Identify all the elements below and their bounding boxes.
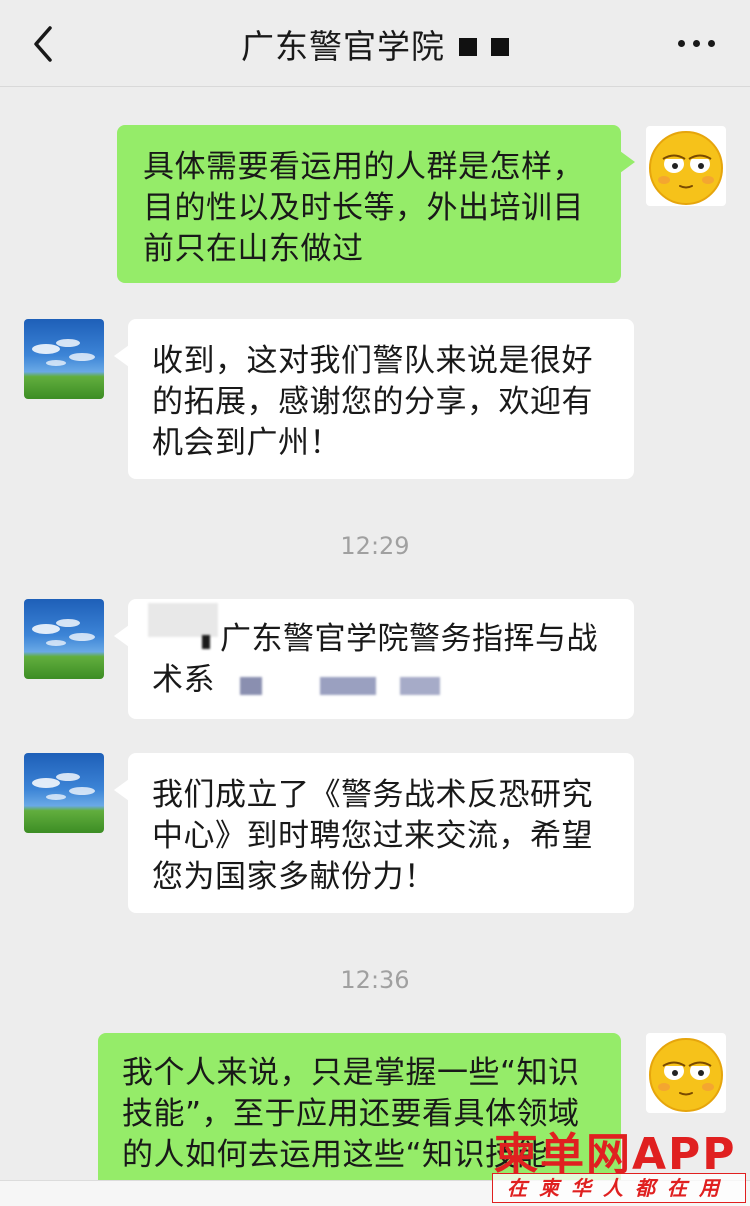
contact-avatar[interactable] — [24, 599, 104, 679]
more-dot — [678, 40, 685, 47]
chat-title: 广东警官学院 — [241, 27, 445, 66]
received-message-bubble[interactable]: 收到，这对我们警队来说是很好 的拓展，感谢您的分享，欢迎有 机会到广州！ — [114, 319, 634, 479]
redaction-blur — [400, 677, 440, 695]
message-line: 我们成立了《警务战术反恐研究 — [152, 777, 593, 813]
watermark-slogan: 在柬华人都在用 — [492, 1173, 746, 1203]
message-line: 目的性以及时长等，外出培训目 — [143, 190, 584, 226]
message-timestamp: 12:36 — [340, 966, 410, 994]
redaction-blur — [320, 677, 376, 695]
chat-header: 广东警官学院 — [0, 0, 750, 87]
message-line: 具体需要看运用的人群是怎样， — [143, 149, 584, 185]
message-line: 前只在山东做过 — [143, 231, 364, 267]
message-timestamp: 12:29 — [340, 532, 410, 560]
message-line: 广东警官学院警务指挥与战 — [220, 621, 598, 657]
redaction-mark — [491, 37, 509, 56]
more-dot — [708, 40, 715, 47]
received-message-bubble[interactable]: 广东警官学院警务指挥与战 术系 — [114, 599, 634, 719]
more-options-button[interactable] — [674, 28, 718, 58]
redaction-blur — [202, 635, 210, 649]
my-avatar[interactable] — [646, 1033, 726, 1113]
sky-landscape-icon — [32, 339, 95, 366]
sky-landscape-icon — [32, 773, 95, 800]
message-line: 的拓展，感谢您的分享，欢迎有 — [152, 384, 593, 420]
contact-avatar[interactable] — [24, 319, 104, 399]
message-line: 中心》到时聘您过来交流，希望 — [152, 818, 593, 854]
my-avatar[interactable] — [646, 126, 726, 206]
redaction-mark — [459, 37, 477, 56]
message-line: 收到，这对我们警队来说是很好 — [152, 343, 593, 379]
message-line: 我个人来说，只是掌握一些“知识 — [122, 1055, 580, 1091]
message-line: 您为国家多献份力！ — [152, 859, 436, 895]
redaction-blur — [240, 677, 262, 695]
redaction-blur — [148, 603, 218, 637]
sent-message-bubble[interactable]: 具体需要看运用的人群是怎样， 目的性以及时长等，外出培训目 前只在山东做过 — [117, 125, 635, 283]
contact-avatar[interactable] — [24, 753, 104, 833]
more-dot — [693, 40, 700, 47]
message-line: 术系 — [152, 662, 215, 698]
chat-title-row: 广东警官学院 — [0, 20, 750, 68]
received-message-bubble[interactable]: 我们成立了《警务战术反恐研究 中心》到时聘您过来交流，希望 您为国家多献份力！ — [114, 753, 634, 913]
message-line: 机会到广州！ — [152, 425, 341, 461]
sky-landscape-icon — [32, 619, 95, 646]
emoji-face-icon — [649, 1038, 723, 1112]
watermark: 柬单网APP 在柬华人都在用 — [488, 1118, 750, 1205]
emoji-face-icon — [649, 131, 723, 205]
